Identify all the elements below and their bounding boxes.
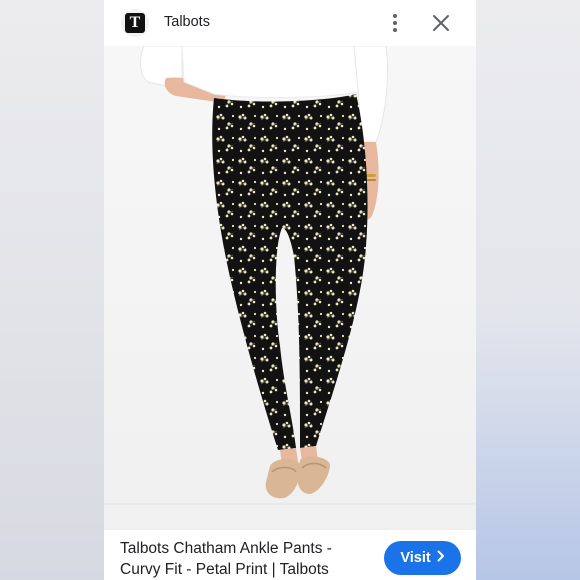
site-name[interactable]: Talbots [164, 14, 210, 30]
chevron-right-icon [437, 550, 445, 566]
backdrop-right [476, 0, 580, 580]
visit-button-label: Visit [400, 550, 431, 566]
product-caption[interactable]: Talbots Chatham Ankle Pants - Curvy Fit … [120, 538, 360, 580]
product-image[interactable] [104, 46, 476, 530]
visit-button[interactable]: Visit [384, 541, 461, 575]
logo-letter: T [129, 14, 141, 31]
image-preview-card: T Talbots Talbots Chatham Ankle Pants - … [104, 0, 476, 580]
site-logo[interactable]: T [121, 9, 149, 37]
preview-header: T Talbots [104, 0, 476, 46]
backdrop-left [0, 0, 104, 580]
more-vert-icon[interactable] [386, 11, 404, 35]
close-icon[interactable] [431, 13, 451, 33]
